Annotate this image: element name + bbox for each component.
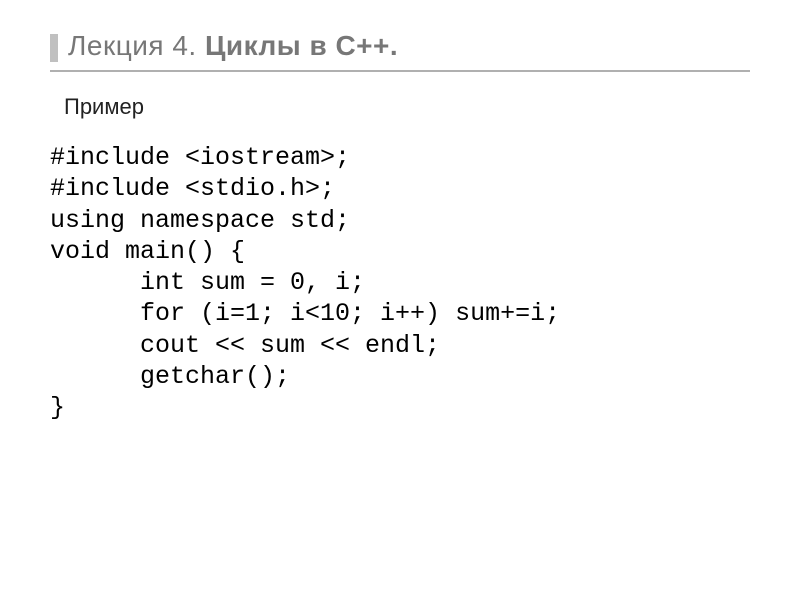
accent-bar-icon bbox=[50, 34, 58, 62]
code-line: } bbox=[50, 393, 65, 422]
slide-title: Лекция 4. Циклы в С++. bbox=[68, 30, 398, 62]
code-line: getchar(); bbox=[50, 362, 290, 391]
code-line: using namespace std; bbox=[50, 206, 350, 235]
divider bbox=[50, 70, 750, 72]
code-block: #include <iostream>; #include <stdio.h>;… bbox=[50, 142, 750, 423]
code-line: #include <iostream>; bbox=[50, 143, 350, 172]
code-line: for (i=1; i<10; i++) sum+=i; bbox=[50, 299, 560, 328]
code-line: void main() { bbox=[50, 237, 245, 266]
title-prefix: Лекция bbox=[68, 30, 172, 61]
code-line: #include <stdio.h>; bbox=[50, 174, 335, 203]
title-row: Лекция 4. Циклы в С++. bbox=[50, 30, 750, 62]
slide: Лекция 4. Циклы в С++. Пример #include <… bbox=[0, 0, 800, 600]
title-number: 4 bbox=[172, 30, 188, 61]
title-bold: Циклы в С++. bbox=[205, 30, 398, 61]
code-line: cout << sum << endl; bbox=[50, 331, 440, 360]
title-sep: . bbox=[188, 30, 205, 61]
code-line: int sum = 0, i; bbox=[50, 268, 365, 297]
example-label: Пример bbox=[64, 94, 750, 120]
